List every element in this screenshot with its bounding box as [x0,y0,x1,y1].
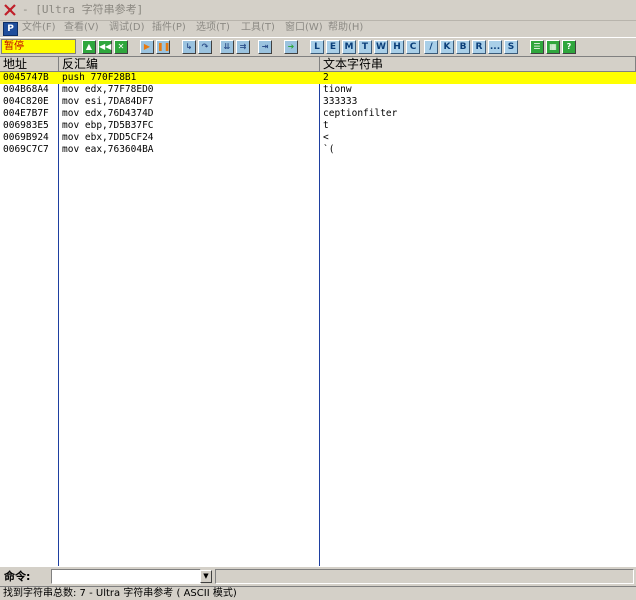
row-disassembly: mov ebp,7D5B37FC [62,120,154,131]
step-into-icon[interactable]: ↳ [182,40,196,54]
row-disassembly: mov ebx,7DD5CF24 [62,132,154,143]
goto-address-icon[interactable]: ➜ [284,40,298,54]
string-reference-table: 地址 反汇编 文本字符串 0045747B push 770F28B1 2 00… [0,56,636,566]
patches-window-button[interactable]: / [424,40,438,54]
row-disassembly: mov esi,7DA84DF7 [62,96,154,107]
windows-window-button[interactable]: W [374,40,388,54]
execute-till-return-icon[interactable]: ⇥ [258,40,272,54]
pause-icon[interactable]: ❚❚ [156,40,170,54]
memory-window-button[interactable]: M [342,40,356,54]
handles-window-button[interactable]: H [390,40,404,54]
row-disassembly: mov eax,763604BA [62,144,154,155]
debug-status-badge: 暂停 [1,39,76,54]
close-program-icon[interactable]: ✕ [114,40,128,54]
breakpoints-window-button[interactable]: B [456,40,470,54]
row-address: 0069B924 [3,132,49,143]
table-row[interactable]: 006983E5 mov ebp,7D5B37FC t [0,120,636,132]
step-over-icon[interactable]: ↷ [198,40,212,54]
row-text-string: ceptionfilter [323,108,398,119]
menu-options[interactable]: 选项(T) [196,21,230,35]
menu-file[interactable]: 文件(F) [22,21,56,35]
trace-into-icon[interactable]: ⇊ [220,40,234,54]
column-header-text-string[interactable]: 文本字符串 [320,57,636,72]
row-address: 0045747B [3,72,49,83]
row-text-string: `( [323,144,335,155]
column-header-disassembly[interactable]: 反汇编 [59,57,320,72]
window-title: - [Ultra 字符串参考] [22,3,144,16]
menu-window[interactable]: 窗口(W) [285,21,323,35]
row-address: 004B68A4 [3,84,49,95]
cpu-window-button[interactable]: C [406,40,420,54]
row-text-string: tionw [323,84,352,95]
command-result-field [215,569,634,584]
source-window-button[interactable]: S [504,40,518,54]
table-row[interactable]: 004B68A4 mov edx,77F78ED0 tionw [0,84,636,96]
table-row[interactable]: 004E7B7F mov edx,76D4374D ceptionfilter [0,108,636,120]
command-label: 命令: [4,570,31,583]
table-row[interactable]: 0045747B push 770F28B1 2 [0,72,636,84]
log-window-button[interactable]: L [310,40,324,54]
table-row[interactable]: 0069C7C7 mov eax,763604BA `( [0,144,636,156]
title-bar: - [Ultra 字符串参考] [0,0,636,21]
menu-plugins[interactable]: 插件(P) [152,21,186,35]
modules-window-button[interactable]: E [326,40,340,54]
list-view-icon[interactable]: ☰ [530,40,544,54]
child-window-icon[interactable]: P [3,22,18,36]
toolbar: 暂停 ▲ ◀◀ ✕ ▶ ❚❚ ↳ ↷ ⇊ ⇉ ⇥ ➜ L E M T W H C… [0,37,636,57]
table-body: 0045747B push 770F28B1 2 004B68A4 mov ed… [0,72,636,156]
row-address: 004C820E [3,96,49,107]
open-icon[interactable]: ▲ [82,40,96,54]
run-trace-window-button[interactable]: ... [488,40,502,54]
status-bar: 找到字符串总数: 7 - Ultra 字符串参考 ( ASCII 模式) [0,586,636,600]
restart-icon[interactable]: ◀◀ [98,40,112,54]
row-address: 004E7B7F [3,108,49,119]
help-icon[interactable]: ? [562,40,576,54]
row-text-string: t [323,120,329,131]
menu-tools[interactable]: 工具(T) [241,21,275,35]
row-disassembly: mov edx,76D4374D [62,108,154,119]
row-text-string: 2 [323,72,329,83]
trace-over-icon[interactable]: ⇉ [236,40,250,54]
app-logo-icon [4,4,16,16]
row-text-string: 333333 [323,96,358,107]
command-bar: 命令: ▼ [0,566,636,587]
row-disassembly: mov edx,77F78ED0 [62,84,154,95]
grid-view-icon[interactable]: ▦ [546,40,560,54]
row-text-string: < [323,132,329,143]
row-disassembly: push 770F28B1 [62,72,137,83]
references-window-button[interactable]: R [472,40,486,54]
command-input[interactable] [51,569,201,584]
table-row[interactable]: 0069B924 mov ebx,7DD5CF24 < [0,132,636,144]
menu-bar: P 文件(F) 查看(V) 调试(D) 插件(P) 选项(T) 工具(T) 窗口… [0,20,636,36]
menu-view[interactable]: 查看(V) [64,21,99,35]
menu-debug[interactable]: 调试(D) [109,21,145,35]
row-address: 0069C7C7 [3,144,49,155]
table-row[interactable]: 004C820E mov esi,7DA84DF7 333333 [0,96,636,108]
row-address: 006983E5 [3,120,49,131]
run-icon[interactable]: ▶ [140,40,154,54]
column-header-address[interactable]: 地址 [0,57,59,72]
chevron-down-icon[interactable]: ▼ [200,570,212,583]
call-stack-window-button[interactable]: K [440,40,454,54]
threads-window-button[interactable]: T [358,40,372,54]
menu-help[interactable]: 帮助(H) [328,21,363,35]
